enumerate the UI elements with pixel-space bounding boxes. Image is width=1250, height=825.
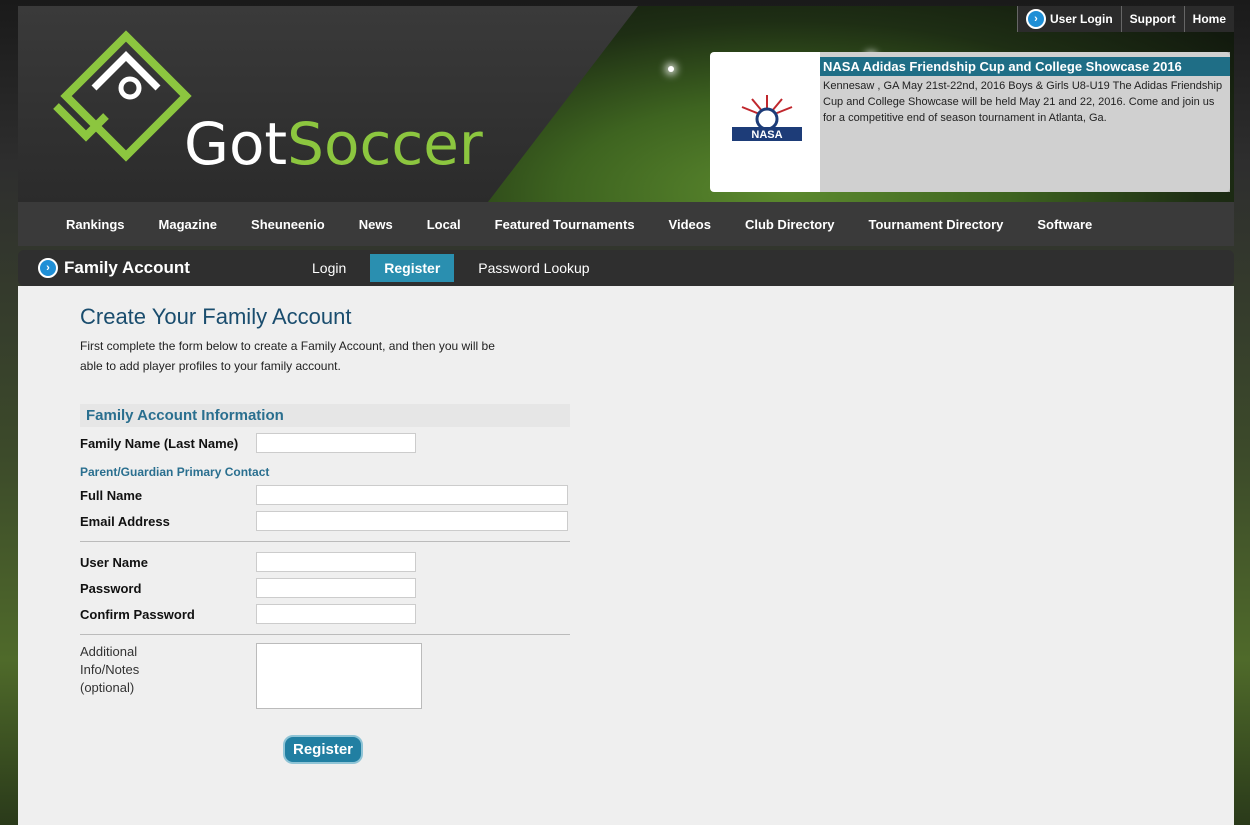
support-link[interactable]: Support xyxy=(1120,6,1184,32)
notes-label: Additional Info/Notes (optional) xyxy=(80,643,256,709)
user-login-link[interactable]: › User Login xyxy=(1016,6,1121,32)
notes-row: Additional Info/Notes (optional) xyxy=(80,643,570,709)
family-account-title: › Family Account xyxy=(38,258,298,278)
home-link[interactable]: Home xyxy=(1183,6,1234,32)
page: GotSoccer › User Login Support Home NASA… xyxy=(18,6,1234,825)
nav-software[interactable]: Software xyxy=(1037,217,1092,232)
notes-label-line: (optional) xyxy=(80,680,135,695)
stadium-light xyxy=(668,66,674,72)
family-name-input[interactable] xyxy=(256,433,416,453)
contact-heading: Parent/Guardian Primary Contact xyxy=(80,465,270,479)
full-name-input[interactable] xyxy=(256,485,568,505)
email-label: Email Address xyxy=(80,513,170,529)
nav-featured-tournaments[interactable]: Featured Tournaments xyxy=(495,217,635,232)
email-input[interactable] xyxy=(256,511,568,531)
full-name-label: Full Name xyxy=(80,487,143,503)
nasa-logo: NASA xyxy=(714,56,820,188)
chevron-right-icon: › xyxy=(38,258,58,278)
support-label: Support xyxy=(1129,12,1176,26)
button-wrap: Register xyxy=(283,735,570,764)
tab-register[interactable]: Register xyxy=(370,254,455,282)
username-row: User Name xyxy=(80,550,570,574)
confirm-password-input[interactable] xyxy=(256,604,416,624)
confirm-password-label: Confirm Password xyxy=(80,606,195,622)
full-name-row: Full Name xyxy=(80,483,570,507)
notes-textarea[interactable] xyxy=(256,643,422,709)
user-login-label: User Login xyxy=(1049,12,1113,26)
chevron-right-icon: › xyxy=(1025,9,1046,29)
site-header: GotSoccer › User Login Support Home NASA… xyxy=(18,6,1234,202)
tab-password-lookup[interactable]: Password Lookup xyxy=(464,254,603,282)
logo-text: GotSoccer xyxy=(184,110,483,178)
logo-text-accent: Soccer xyxy=(287,110,483,178)
nav-news[interactable]: News xyxy=(359,217,393,232)
nasa-logo-icon: NASA xyxy=(732,95,802,141)
promo-body: Kennesaw , GA May 21st-22nd, 2016 Boys &… xyxy=(823,80,1223,124)
sub-nav: › Family Account Login Register Password… xyxy=(18,250,1234,286)
username-label: User Name xyxy=(80,554,148,570)
nav-local[interactable]: Local xyxy=(427,217,461,232)
divider xyxy=(80,634,570,635)
home-label: Home xyxy=(1192,12,1226,26)
notes-label-line: Additional xyxy=(80,644,138,659)
family-account-form: Create Your Family Account First complet… xyxy=(80,304,570,764)
password-label: Password xyxy=(80,580,142,596)
top-links: › User Login Support Home xyxy=(1016,6,1234,32)
nav-tournament-directory[interactable]: Tournament Directory xyxy=(869,217,1004,232)
promo-banner[interactable]: NASA NASA Adidas Friendship Cup and Coll… xyxy=(710,52,1230,192)
notes-label-line: Info/Notes xyxy=(80,662,140,677)
family-name-label: Family Name (Last Name) xyxy=(80,435,239,451)
nav-club-directory[interactable]: Club Directory xyxy=(745,217,835,232)
confirm-password-row: Confirm Password xyxy=(80,602,570,626)
promo-title[interactable]: NASA Adidas Friendship Cup and College S… xyxy=(820,57,1230,76)
nav-sheuneenio[interactable]: Sheuneenio xyxy=(251,217,325,232)
main-nav: Rankings Magazine Sheuneenio News Local … xyxy=(18,202,1234,246)
promo-text: NASA Adidas Friendship Cup and College S… xyxy=(820,52,1230,192)
intro-text: First complete the form below to create … xyxy=(80,339,495,373)
password-input[interactable] xyxy=(256,578,416,598)
password-row: Password xyxy=(80,576,570,600)
page-title: Create Your Family Account xyxy=(80,304,352,329)
svg-text:NASA: NASA xyxy=(751,129,782,141)
register-button[interactable]: Register xyxy=(283,735,364,764)
email-row: Email Address xyxy=(80,509,570,533)
subnav-title-label: Family Account xyxy=(64,258,190,277)
main-content: Create Your Family Account First complet… xyxy=(18,286,1234,825)
nav-videos[interactable]: Videos xyxy=(669,217,711,232)
username-input[interactable] xyxy=(256,552,416,572)
section-heading: Family Account Information xyxy=(80,404,570,427)
logo-text-main: Got xyxy=(184,110,288,178)
gotsoccer-logo[interactable]: GotSoccer xyxy=(36,26,516,186)
nav-rankings[interactable]: Rankings xyxy=(66,217,125,232)
divider xyxy=(80,541,570,542)
tab-login[interactable]: Login xyxy=(298,254,360,282)
family-name-row: Family Name (Last Name) xyxy=(80,431,570,455)
nav-magazine[interactable]: Magazine xyxy=(159,217,218,232)
